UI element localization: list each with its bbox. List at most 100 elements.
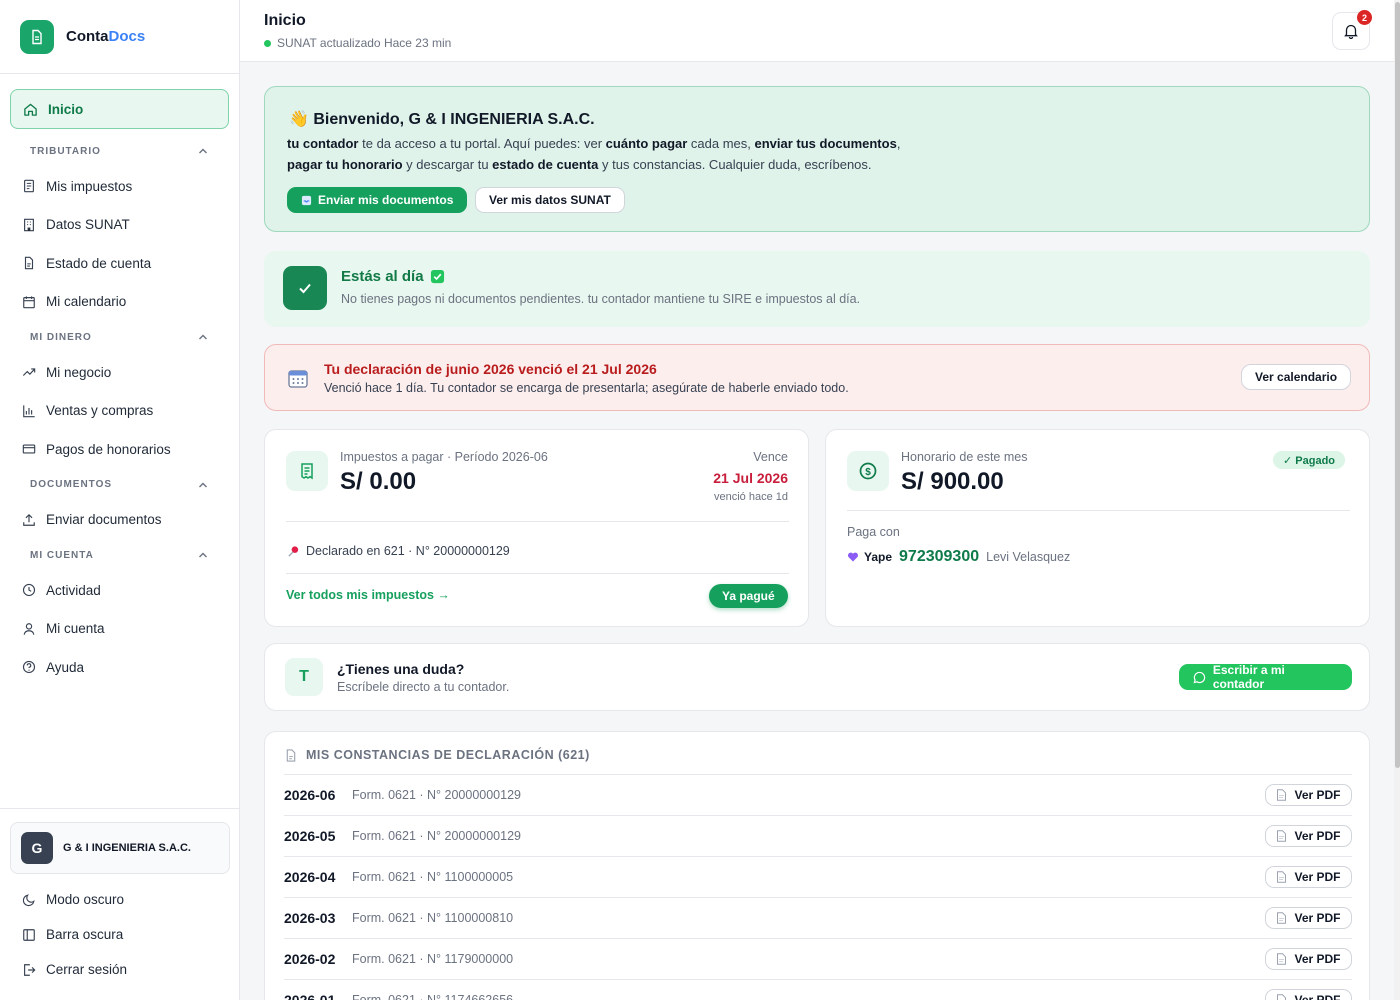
topbar: Inicio SUNAT actualizado Hace 23 min 2 <box>240 0 1394 62</box>
dark-sidebar-toggle[interactable]: Barra oscura <box>10 917 230 952</box>
sidebar-item-mis-impuestos[interactable]: Mis impuestos <box>10 167 229 206</box>
pdf-file-icon <box>1277 994 1287 1000</box>
sidebar-item-ventas-y-compras[interactable]: Ventas y compras <box>10 392 229 431</box>
status-desc: No tienes pagos ni documentos pendientes… <box>341 292 861 306</box>
send-documents-button[interactable]: Enviar mis documentos <box>287 187 468 213</box>
due-note: venció hace 1d <box>714 491 788 503</box>
clock-icon <box>22 584 36 597</box>
brand-name: ContaDocs <box>66 28 146 45</box>
sidebar-item-actividad[interactable]: Actividad <box>10 571 229 610</box>
chevron-up-icon <box>199 482 207 487</box>
chevron-up-icon <box>199 148 207 154</box>
moon-icon <box>22 893 35 906</box>
sidebar-item-datos-sunat[interactable]: Datos SUNAT <box>10 206 229 245</box>
scrollbar-thumb[interactable] <box>1395 2 1400 768</box>
pdf-file-icon <box>1277 789 1287 801</box>
notifications-button[interactable]: 2 <box>1332 10 1372 50</box>
view-pdf-button[interactable]: Ver PDF <box>1265 825 1352 847</box>
check-icon <box>283 266 327 310</box>
page-title: Inicio <box>264 12 306 29</box>
sidebar-item-ayuda[interactable]: Ayuda <box>10 648 229 687</box>
chevron-up-icon <box>199 552 207 558</box>
row-form: Form. 0621 · N° 20000000129 <box>352 829 521 843</box>
sidebar-item-label: Inicio <box>48 101 84 117</box>
receipt-icon <box>286 451 328 491</box>
due-date: 21 Jul 2026 <box>713 470 788 486</box>
row-period: 2026-01 <box>284 992 336 1000</box>
alert-desc: Venció hace 1 día. Tu contador se encarg… <box>324 381 849 395</box>
view-pdf-button[interactable]: Ver PDF <box>1265 866 1352 888</box>
view-pdf-button[interactable]: Ver PDF <box>1265 907 1352 929</box>
row-period: 2026-03 <box>284 910 336 926</box>
sidebar-item-inicio[interactable]: Inicio <box>10 89 229 129</box>
row-period: 2026-05 <box>284 828 336 844</box>
view-calendar-button[interactable]: Ver calendario <box>1241 364 1352 390</box>
sidebar-bottom: Modo oscuro Barra oscura Cerrar sesión <box>10 882 230 987</box>
divider <box>286 573 789 574</box>
table-row: 2026-02 Form. 0621 · N° 1179000000 Ver PDF <box>284 938 1352 979</box>
user-card[interactable]: G G & I INGENIERIA S.A.C. <box>10 822 230 874</box>
svg-text:$: $ <box>865 467 871 478</box>
payment-method: Yape 972309300 Levi Velasquez <box>847 548 1070 566</box>
user-icon <box>23 622 35 635</box>
scrollbar[interactable] <box>1394 0 1400 1000</box>
document-icon <box>20 19 54 54</box>
paid-badge: ✓ Pagado <box>1273 451 1346 469</box>
row-form: Form. 0621 · N° 20000000129 <box>352 788 521 802</box>
write-accountant-button[interactable]: Escribir a mi contador <box>1179 663 1352 691</box>
main-nav: Inicio TRIBUTARIO Mis impuestos Datos SU… <box>0 74 239 687</box>
status-dot <box>264 39 271 47</box>
status-ok-card: Estás al día No tienes pagos ni document… <box>264 251 1370 327</box>
file-icon <box>24 256 34 270</box>
already-paid-button[interactable]: Ya pagué <box>709 584 788 608</box>
sidebar-item-mi-calendario[interactable]: Mi calendario <box>10 283 229 322</box>
welcome-text: tu contador te da acceso a tu portal. Aq… <box>287 136 901 172</box>
bell-icon <box>1344 24 1358 39</box>
sidebar-item-estado-de-cuenta[interactable]: Estado de cuenta <box>10 244 229 283</box>
row-form: Form. 0621 · N° 1179000000 <box>352 952 514 966</box>
row-form: Form. 0621 · N° 1100000810 <box>352 911 514 925</box>
declarations-list: MIS CONSTANCIAS DE DECLARACIÓN (621) 202… <box>264 731 1370 1000</box>
declarations-title: MIS CONSTANCIAS DE DECLARACIÓN (621) <box>285 748 590 762</box>
payment-method-name: Yape <box>864 550 893 564</box>
view-sunat-data-button[interactable]: Ver mis datos SUNAT <box>475 187 625 213</box>
table-row: 2026-01 Form. 0621 · N° 1174662656 Ver PDF <box>284 979 1352 1000</box>
brand[interactable]: ContaDocs <box>0 0 239 74</box>
section-documentos[interactable]: DOCUMENTOS <box>10 469 229 501</box>
deadline-alert: Tu declaración de junio 2026 venció el 2… <box>264 344 1370 411</box>
view-pdf-button[interactable]: Ver PDF <box>1265 784 1352 806</box>
help-circle-icon <box>22 661 36 674</box>
table-row: 2026-05 Form. 0621 · N° 20000000129 Ver PD… <box>284 815 1352 856</box>
section-mi-dinero[interactable]: MI DINERO <box>10 321 229 353</box>
sidebar-item-mi-cuenta[interactable]: Mi cuenta <box>10 610 229 649</box>
avatar: G <box>21 832 53 864</box>
taxes-amount: S/ 0.00 <box>340 468 417 495</box>
status-title: Estás al día <box>341 268 445 285</box>
sync-status: SUNAT actualizado Hace 23 min <box>264 36 451 50</box>
calendar-icon <box>23 296 35 309</box>
logout-button[interactable]: Cerrar sesión <box>10 952 230 987</box>
row-period: 2026-02 <box>284 951 336 967</box>
inbox-icon <box>301 195 312 205</box>
row-period: 2026-06 <box>284 787 336 803</box>
welcome-banner: 👋 Bienvenido, G & I INGENIERIA S.A.C. tu… <box>264 86 1370 232</box>
doubt-desc: Escríbele directo a tu contador. <box>337 680 510 694</box>
dark-mode-toggle[interactable]: Modo oscuro <box>10 882 230 917</box>
view-all-taxes-link[interactable]: Ver todos mis impuestos → <box>286 588 450 602</box>
view-pdf-button[interactable]: Ver PDF <box>1265 989 1352 1000</box>
upload-icon <box>23 513 35 526</box>
sidebar-icon <box>23 928 35 941</box>
sidebar-item-mi-negocio[interactable]: Mi negocio <box>10 353 229 392</box>
home-icon <box>24 103 37 116</box>
alert-title: Tu declaración de junio 2026 venció el 2… <box>324 361 657 377</box>
divider <box>286 521 789 522</box>
view-pdf-button[interactable]: Ver PDF <box>1265 948 1352 970</box>
section-mi-cuenta[interactable]: MI CUENTA <box>10 539 229 571</box>
chevron-up-icon <box>199 334 207 340</box>
sidebar-item-pagos-de-honorarios[interactable]: Pagos de honorarios <box>10 430 229 469</box>
table-row: 2026-06 Form. 0621 · N° 20000000129 Ver PD… <box>284 774 1352 815</box>
section-tributario[interactable]: TRIBUTARIO <box>10 135 229 167</box>
sidebar-item-enviar-documentos[interactable]: Enviar documentos <box>10 501 229 540</box>
user-name: G & I INGENIERIA S.A.C. <box>63 842 191 854</box>
row-period: 2026-04 <box>284 869 336 885</box>
